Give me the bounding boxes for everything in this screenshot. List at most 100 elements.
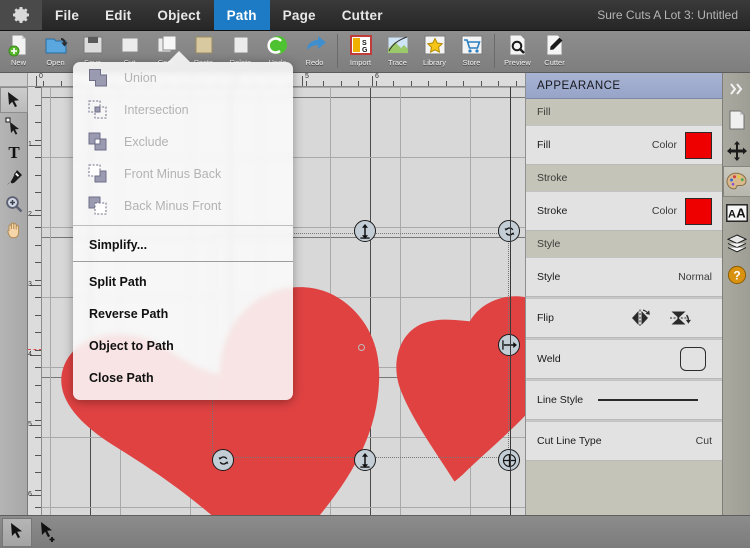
path-menu-close-path[interactable]: Close Path — [73, 362, 293, 394]
rotate-handle[interactable] — [498, 220, 520, 242]
toolbar-import-label: Import — [350, 58, 371, 67]
ruler-label: 0 — [39, 73, 43, 80]
hand-icon — [5, 221, 23, 239]
toolbar-cutter-button[interactable]: Cutter — [536, 31, 573, 73]
document-panel-button[interactable] — [723, 104, 750, 135]
select-mode-button[interactable] — [2, 518, 32, 547]
import-svg-icon: S G — [349, 33, 373, 57]
help-panel-button[interactable]: ? — [723, 259, 750, 290]
cut-line-type-row[interactable]: Cut Line Type Cut — [526, 421, 722, 461]
preview-magnifier-icon — [506, 33, 530, 57]
move-handle[interactable] — [498, 449, 520, 471]
menu-cutter[interactable]: Cutter — [329, 0, 396, 30]
ruler-tick — [35, 210, 42, 211]
toolbar-redo-button[interactable]: Redo — [296, 31, 333, 73]
node-edit-tool[interactable] — [0, 113, 28, 139]
resize-bottom-handle[interactable] — [354, 449, 376, 471]
appearance-panel-header: APPEARANCE — [526, 73, 722, 99]
menu-edit[interactable]: Edit — [92, 0, 144, 30]
pan-tool[interactable] — [0, 217, 28, 243]
menu-object[interactable]: Object — [144, 0, 213, 30]
ruler-tick-major — [36, 76, 37, 87]
ruler-tick — [35, 227, 42, 228]
toolbar-preview-button[interactable]: Preview — [499, 31, 536, 73]
menu-edit-label: Edit — [105, 8, 131, 23]
svg-text:A: A — [736, 205, 746, 220]
toolbar-store-button[interactable]: Store — [453, 31, 490, 73]
path-menu-split-path[interactable]: Split Path — [73, 266, 293, 298]
svg-text:A: A — [728, 208, 736, 220]
toolbar-library-button[interactable]: Library — [416, 31, 453, 73]
text-tool[interactable]: T — [0, 139, 28, 165]
path-menu-back-minus-front[interactable]: Back Minus Front — [73, 190, 293, 222]
delete-icon — [229, 33, 253, 57]
resize-top-handle[interactable] — [354, 220, 376, 242]
ruler-tick — [35, 420, 42, 421]
weld-row[interactable]: Weld — [526, 339, 722, 379]
text-t-icon: T — [5, 143, 23, 161]
path-menu-simplify-label: Simplify... — [89, 238, 147, 252]
fill-row[interactable]: Fill Color — [526, 125, 722, 165]
flip-vertical-icon[interactable] — [668, 307, 694, 329]
pen-tool[interactable] — [0, 165, 28, 191]
add-select-mode-button[interactable] — [34, 518, 64, 547]
expand-panel-button[interactable] — [723, 73, 750, 104]
vertical-ruler[interactable]: 123456 — [28, 87, 42, 515]
stroke-row[interactable]: Stroke Color — [526, 191, 722, 231]
style-label: Style — [537, 271, 560, 283]
ruler-tick — [35, 122, 42, 123]
path-menu-front-minus-back[interactable]: Front Minus Back — [73, 158, 293, 190]
text-panel-button[interactable]: A A — [723, 197, 750, 228]
app-gear-button[interactable] — [0, 0, 42, 30]
ruler-tick — [35, 402, 42, 403]
ruler-label: 6 — [375, 73, 379, 80]
menu-path[interactable]: Path — [214, 0, 270, 30]
path-menu-union[interactable]: Union — [73, 62, 293, 94]
toolbar-import-button[interactable]: S G Import — [342, 31, 379, 73]
open-folder-icon — [44, 33, 68, 57]
toolbar-trace-button[interactable]: Trace — [379, 31, 416, 73]
move-arrows-icon — [727, 141, 747, 161]
path-menu-simplify[interactable]: Simplify... — [73, 229, 293, 261]
style-row[interactable]: Style Normal — [526, 257, 722, 297]
path-dropdown-menu[interactable]: Union Intersection Exclude — [73, 62, 293, 400]
resize-right-handle[interactable] — [498, 334, 520, 356]
ruler-tick — [35, 367, 42, 368]
path-menu-intersection[interactable]: Intersection — [73, 94, 293, 126]
node-edit-icon — [5, 117, 23, 135]
weld-checkbox[interactable] — [680, 347, 706, 371]
fill-color-label: Color — [652, 139, 677, 151]
line-style-row[interactable]: Line Style — [526, 380, 722, 420]
position-panel-button[interactable] — [723, 135, 750, 166]
toolbar-new-label: New — [11, 58, 26, 67]
menu-page-label: Page — [283, 8, 316, 23]
ruler-tick — [35, 280, 42, 281]
appearance-panel-button[interactable] — [723, 166, 750, 197]
ruler-tick — [35, 157, 42, 158]
toolbar-new-button[interactable]: New — [0, 31, 37, 73]
undo-arrow-icon — [266, 33, 290, 57]
stroke-color-swatch[interactable] — [685, 198, 712, 225]
appearance-group-fill-label: Fill — [537, 106, 550, 118]
layers-panel-button[interactable] — [723, 228, 750, 259]
menu-page[interactable]: Page — [270, 0, 329, 30]
zoom-tool[interactable] — [0, 191, 28, 217]
ruler-tick — [35, 472, 42, 473]
selection-tool[interactable] — [0, 87, 28, 113]
path-menu-reverse-path[interactable]: Reverse Path — [73, 298, 293, 330]
pen-nib-icon — [5, 169, 23, 187]
cutter-blade-icon — [543, 33, 567, 57]
rotate-handle-2[interactable] — [212, 449, 234, 471]
flip-row: Flip — [526, 298, 722, 338]
ruler-tick — [35, 437, 42, 438]
path-menu-exclude[interactable]: Exclude — [73, 126, 293, 158]
union-shapes-icon — [86, 66, 112, 90]
appearance-group-style: Style — [526, 231, 722, 257]
path-menu-divider-1 — [73, 225, 293, 226]
menu-file[interactable]: File — [42, 0, 92, 30]
path-menu-object-to-path[interactable]: Object to Path — [73, 330, 293, 362]
fill-color-swatch[interactable] — [685, 132, 712, 159]
path-menu-intersection-label: Intersection — [124, 103, 189, 117]
flip-horizontal-icon[interactable] — [628, 307, 654, 329]
toolbar-open-button[interactable]: Open — [37, 31, 74, 73]
